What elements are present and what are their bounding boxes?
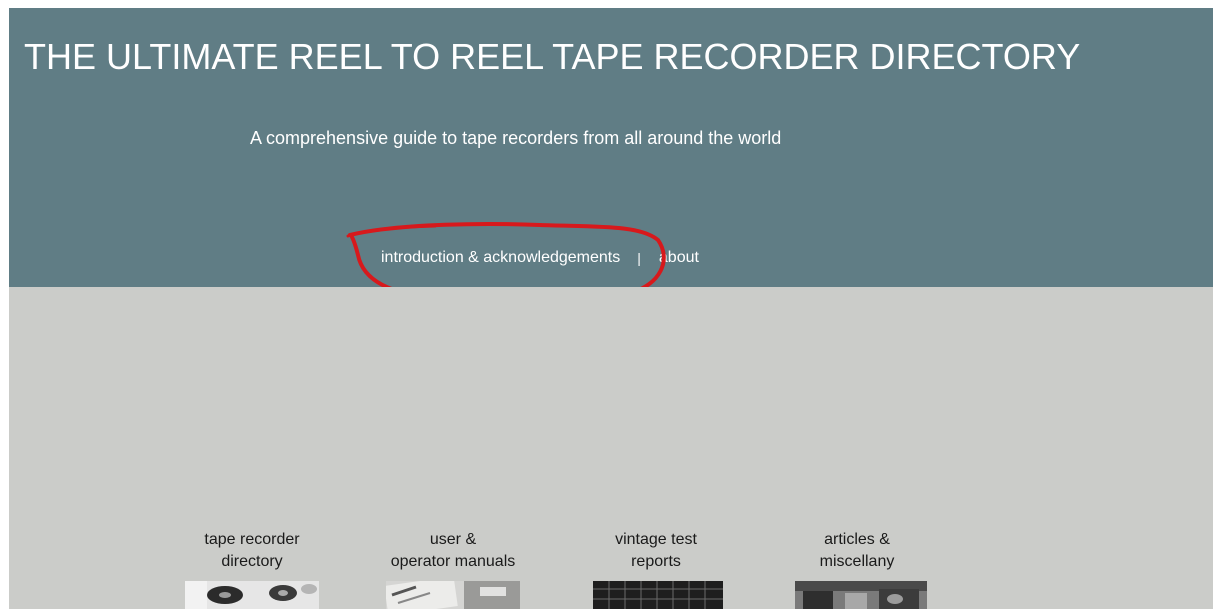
tile-label: articles & miscellany: [819, 531, 895, 570]
vintage-photo-thumbnail-icon[interactable]: [795, 581, 929, 609]
tile-label: user & operator manuals: [390, 531, 516, 570]
site-title[interactable]: THE ULTIMATE REEL TO REEL TAPE RECORDER …: [24, 36, 1080, 78]
test-report-grid-thumbnail-icon[interactable]: [593, 581, 727, 609]
tile-user-operator-manuals[interactable]: user & operator manuals: [373, 529, 533, 573]
site-tagline: A comprehensive guide to tape recorders …: [250, 128, 782, 148]
tile-label: tape recorder directory: [204, 531, 300, 570]
main-content: tape recorder directory user & operator …: [9, 287, 1213, 609]
tile-articles-miscellany[interactable]: articles & miscellany: [777, 529, 937, 573]
tile-tape-recorder-directory[interactable]: tape recorder directory: [172, 529, 332, 573]
main-nav: introduction & acknowledgements | about: [381, 247, 699, 269]
tile-label: vintage test reports: [615, 531, 697, 570]
nav-separator: |: [637, 250, 641, 266]
tape-reel-photo-thumbnail-icon[interactable]: [185, 581, 319, 609]
akai-manual-cover-thumbnail-icon[interactable]: [386, 581, 520, 609]
nav-link-introduction-acknowledgements[interactable]: introduction & acknowledgements: [381, 249, 620, 267]
tile-vintage-test-reports[interactable]: vintage test reports: [576, 529, 736, 573]
nav-link-about[interactable]: about: [659, 249, 699, 267]
page: THE ULTIMATE REEL TO REEL TAPE RECORDER …: [0, 0, 1213, 609]
site-header: THE ULTIMATE REEL TO REEL TAPE RECORDER …: [9, 8, 1213, 287]
